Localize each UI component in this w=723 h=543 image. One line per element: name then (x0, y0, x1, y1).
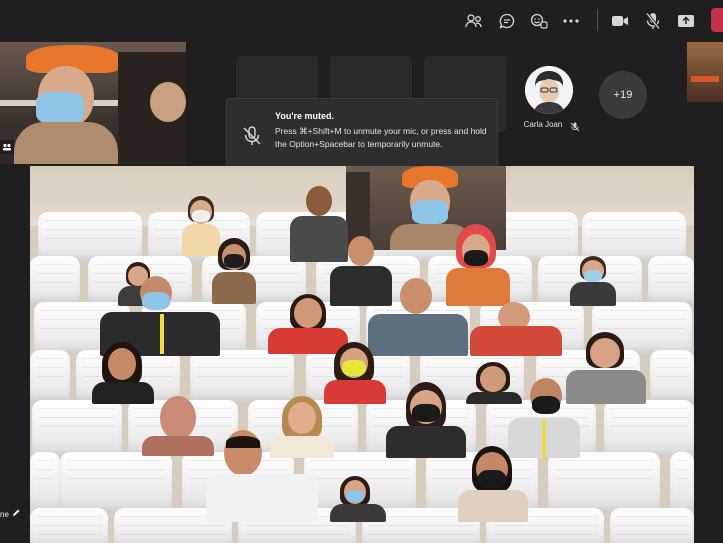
featured-participant-video[interactable] (0, 42, 186, 164)
participant-video[interactable] (386, 382, 466, 458)
seat (582, 212, 686, 262)
people-icon[interactable] (462, 9, 486, 33)
toolbar-separator (597, 9, 598, 31)
seat (38, 212, 142, 262)
share-screen-icon[interactable] (674, 9, 698, 33)
participant-video[interactable] (687, 42, 723, 102)
self-name: ne (0, 509, 9, 519)
seat (604, 400, 694, 456)
seat (32, 400, 122, 456)
participant-strip: You're muted. Press ⌘+Shift+M to unmute … (0, 42, 723, 176)
edit-icon[interactable] (12, 509, 20, 519)
mic-muted-icon (241, 125, 263, 147)
self-label: ne (0, 509, 20, 519)
seat (30, 256, 80, 304)
chat-icon[interactable] (495, 9, 519, 33)
camera-icon[interactable] (608, 9, 632, 33)
seat (30, 508, 108, 543)
participant-video[interactable] (570, 256, 616, 306)
participant-video[interactable] (470, 302, 562, 356)
participant-video[interactable] (206, 430, 318, 522)
muted-notification: You're muted. Press ⌘+Shift+M to unmute … (226, 98, 498, 176)
participant-video[interactable] (90, 342, 156, 404)
participant-tile-carla-joan[interactable]: Carla Joan (518, 66, 582, 138)
mic-muted-icon[interactable] (641, 9, 665, 33)
participant-name: Carla Joan (523, 120, 563, 129)
toast-message: Press ⌘+Shift+M to unmute your mic, or p… (275, 126, 487, 149)
more-participants-button[interactable]: +19 (599, 71, 647, 119)
seat (548, 452, 660, 512)
reactions-icon[interactable] (527, 9, 551, 33)
seat (30, 350, 70, 402)
teams-meeting-window: You're muted. Press ⌘+Shift+M to unmute … (0, 0, 723, 543)
seat (190, 350, 294, 402)
participant-video[interactable] (458, 446, 528, 522)
avatar (525, 66, 573, 114)
seat (650, 350, 694, 402)
meeting-toolbar (0, 0, 723, 42)
seat (30, 452, 60, 512)
seat (670, 452, 694, 512)
participant-icon (0, 140, 14, 154)
seat (648, 256, 694, 304)
seat (610, 508, 694, 543)
leave-button[interactable] (711, 8, 723, 32)
participant-video[interactable] (322, 342, 388, 404)
toast-title: You're muted. (275, 111, 334, 121)
mic-muted-icon (570, 119, 580, 132)
participant-video[interactable] (330, 476, 386, 522)
more-options-icon[interactable] (559, 9, 583, 33)
together-mode-stage (30, 166, 694, 543)
seat (60, 452, 172, 512)
